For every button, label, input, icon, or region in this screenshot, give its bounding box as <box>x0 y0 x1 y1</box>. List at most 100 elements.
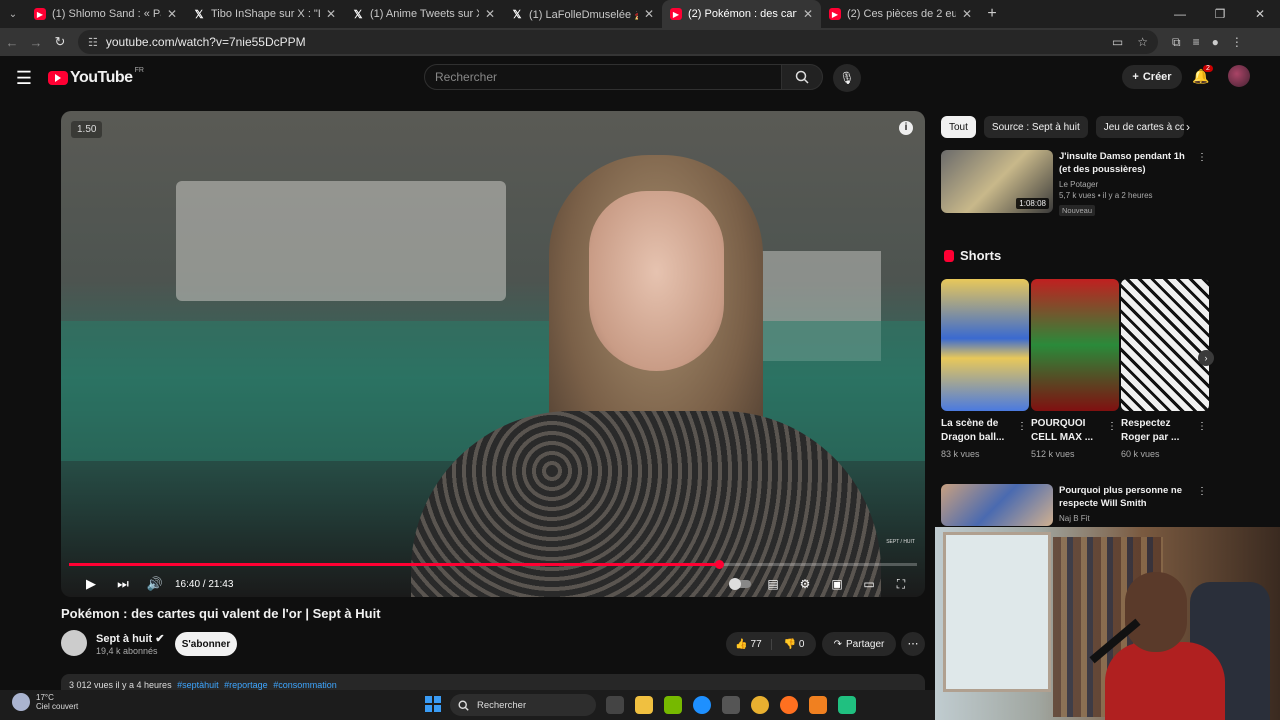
info-icon[interactable]: i <box>899 121 913 135</box>
short-item[interactable]: POURQUOI CELL MAX ... 512 k vues ⋮ <box>1031 279 1119 459</box>
vlc-icon[interactable] <box>809 696 827 714</box>
close-icon[interactable]: ✕ <box>326 7 336 21</box>
video-thumbnail[interactable] <box>941 484 1053 526</box>
miniplayer-icon[interactable]: ▣ <box>827 577 847 591</box>
url-field[interactable]: ☷ youtube.com/watch?v=7nie55DcPPM ▭ ☆ <box>78 30 1158 54</box>
create-button[interactable]: + Créer <box>1122 65 1182 89</box>
close-icon[interactable]: ✕ <box>962 7 972 21</box>
browser-tab[interactable]: 𝕏 Tibo InShape sur X : "La gens q ✕ <box>185 0 344 28</box>
voice-search-button[interactable]: 🎙 <box>833 64 861 92</box>
close-icon[interactable]: ✕ <box>644 7 654 21</box>
new-tab-button[interactable]: + <box>980 5 1004 23</box>
close-icon[interactable]: ✕ <box>803 7 813 21</box>
youtube-header: ☰ YouTube FR Rechercher 🎙 + Créer 🔔 2 <box>0 56 1280 100</box>
fullscreen-icon[interactable]: ⛶ <box>891 577 911 592</box>
store-icon[interactable] <box>722 696 740 714</box>
share-button[interactable]: ↷ Partager <box>822 632 896 656</box>
recommended-video[interactable]: 1:08:08 J'insulte Damso pendant 1h (et d… <box>941 150 1211 218</box>
volume-icon[interactable]: 🔊 <box>139 576 171 592</box>
shorts-icon <box>944 249 954 262</box>
short-thumbnail[interactable] <box>941 279 1029 411</box>
hashtag[interactable]: #septàhuit <box>177 680 219 690</box>
nvidia-icon[interactable] <box>664 696 682 714</box>
minimize-icon[interactable]: — <box>1160 0 1200 28</box>
back-icon[interactable]: ← <box>0 35 24 50</box>
brand-name: YouTube <box>70 69 133 86</box>
next-icon[interactable]: ⏭ <box>107 576 139 592</box>
browser-menu-icon[interactable]: ⋮ <box>1231 35 1243 50</box>
microphone-icon: 🎙 <box>839 71 855 85</box>
play-icon[interactable]: ▶ <box>75 576 107 592</box>
recommended-video[interactable]: Pourquoi plus personne ne respecte Will … <box>941 484 1211 526</box>
maximize-icon[interactable]: ❐ <box>1200 0 1240 28</box>
more-vert-icon[interactable]: ⋮ <box>1197 421 1207 432</box>
close-window-icon[interactable]: ✕ <box>1240 0 1280 28</box>
task-view-icon[interactable] <box>606 696 624 714</box>
app-icon[interactable] <box>838 696 856 714</box>
window-controls: — ❐ ✕ <box>1160 0 1280 28</box>
chevron-right-icon[interactable]: › <box>1186 120 1190 134</box>
chrome-icon[interactable] <box>751 696 769 714</box>
channel-watermark: SEPT / HUIT <box>886 539 915 545</box>
autoplay-toggle[interactable] <box>729 578 751 590</box>
video-player[interactable]: 1.50 i SEPT / HUIT ▶ ⏭ 🔊 16:40 / 21:43 ▤… <box>61 111 925 597</box>
more-vert-icon[interactable]: ⋮ <box>1017 421 1027 432</box>
bookmark-star-icon[interactable]: ☆ <box>1137 35 1148 49</box>
hashtag[interactable]: #consommation <box>273 680 337 690</box>
short-thumbnail[interactable] <box>1121 279 1209 411</box>
browser-tab[interactable]: ▶ (2) Ces pièces de 2 euros qui va ✕ <box>821 0 980 28</box>
account-avatar[interactable] <box>1228 65 1250 87</box>
firefox-icon[interactable] <box>780 696 798 714</box>
chevron-right-icon[interactable]: › <box>1198 350 1214 366</box>
browser-tab[interactable]: 𝕏 (1) Anime Tweets sur X : "One P ✕ <box>344 0 503 28</box>
extensions-icon[interactable]: ⧉ <box>1172 35 1181 50</box>
close-icon[interactable]: ✕ <box>485 7 495 21</box>
cast-icon[interactable]: ▭ <box>1112 35 1123 49</box>
theater-mode-icon[interactable]: ▭ <box>859 577 879 591</box>
short-thumbnail[interactable] <box>1031 279 1119 411</box>
dislike-button[interactable]: 👎 0 <box>772 639 816 650</box>
search-button[interactable] <box>781 64 823 90</box>
region-code: FR <box>134 67 144 74</box>
subscribe-button[interactable]: S'abonner <box>175 632 237 656</box>
taskbar-search[interactable]: Rechercher <box>450 694 596 716</box>
chip-category[interactable]: Jeu de cartes à coll <box>1095 116 1184 138</box>
media-controls-icon[interactable]: ≡ <box>1193 35 1200 50</box>
chip-source[interactable]: Source : Sept à huit <box>983 116 1088 138</box>
channel-avatar[interactable] <box>61 630 87 656</box>
weather-widget[interactable]: 17°C Ciel couvert <box>12 693 78 711</box>
more-actions-button[interactable]: ⋯ <box>901 632 925 656</box>
short-item[interactable]: Respectez Roger par ... 60 k vues ⋮ <box>1121 279 1209 459</box>
edge-icon[interactable] <box>693 696 711 714</box>
settings-gear-icon[interactable]: ⚙ <box>795 577 815 591</box>
windows-taskbar: 17°C Ciel couvert Rechercher <box>0 690 935 720</box>
more-vert-icon[interactable]: ⋮ <box>1197 486 1207 497</box>
video-thumbnail[interactable]: 1:08:08 <box>941 150 1053 213</box>
progress-bar[interactable] <box>69 560 917 569</box>
forward-icon[interactable]: → <box>24 35 48 50</box>
webcam-background <box>943 532 1051 692</box>
site-info-icon[interactable]: ☷ <box>88 36 98 49</box>
windows-start-icon[interactable] <box>425 696 441 712</box>
browser-tab-active[interactable]: ▶ (2) Pokémon : des cartes qui va ✕ <box>662 0 821 28</box>
tab-search-icon[interactable]: ⌄ <box>0 0 26 28</box>
more-vert-icon[interactable]: ⋮ <box>1197 152 1207 163</box>
like-button[interactable]: 👍 77 <box>726 638 772 650</box>
plus-icon: + <box>1132 71 1139 83</box>
search-input[interactable]: Rechercher <box>424 64 782 90</box>
youtube-icon: ▶ <box>670 8 682 20</box>
channel-name[interactable]: Sept à huit ✔ <box>96 632 165 645</box>
file-explorer-icon[interactable] <box>635 696 653 714</box>
reload-icon[interactable]: ↻ <box>48 34 72 50</box>
menu-icon[interactable]: ☰ <box>0 68 48 89</box>
short-item[interactable]: La scène de Dragon ball... 83 k vues ⋮ <box>941 279 1029 459</box>
chip-all[interactable]: Tout <box>941 116 976 138</box>
subtitles-icon[interactable]: ▤ <box>763 577 783 591</box>
more-vert-icon[interactable]: ⋮ <box>1107 421 1117 432</box>
hashtag[interactable]: #reportage <box>224 680 268 690</box>
close-icon[interactable]: ✕ <box>167 7 177 21</box>
profile-icon[interactable]: ● <box>1212 35 1219 50</box>
browser-tab[interactable]: 𝕏 (1) LaFolleDmuselée 🚀🚀🙌 ✕ <box>503 0 662 28</box>
browser-tab[interactable]: ▶ (1) Shlomo Sand : « Pas d'avenir ✕ <box>26 0 185 28</box>
youtube-logo[interactable]: YouTube FR <box>48 67 144 87</box>
